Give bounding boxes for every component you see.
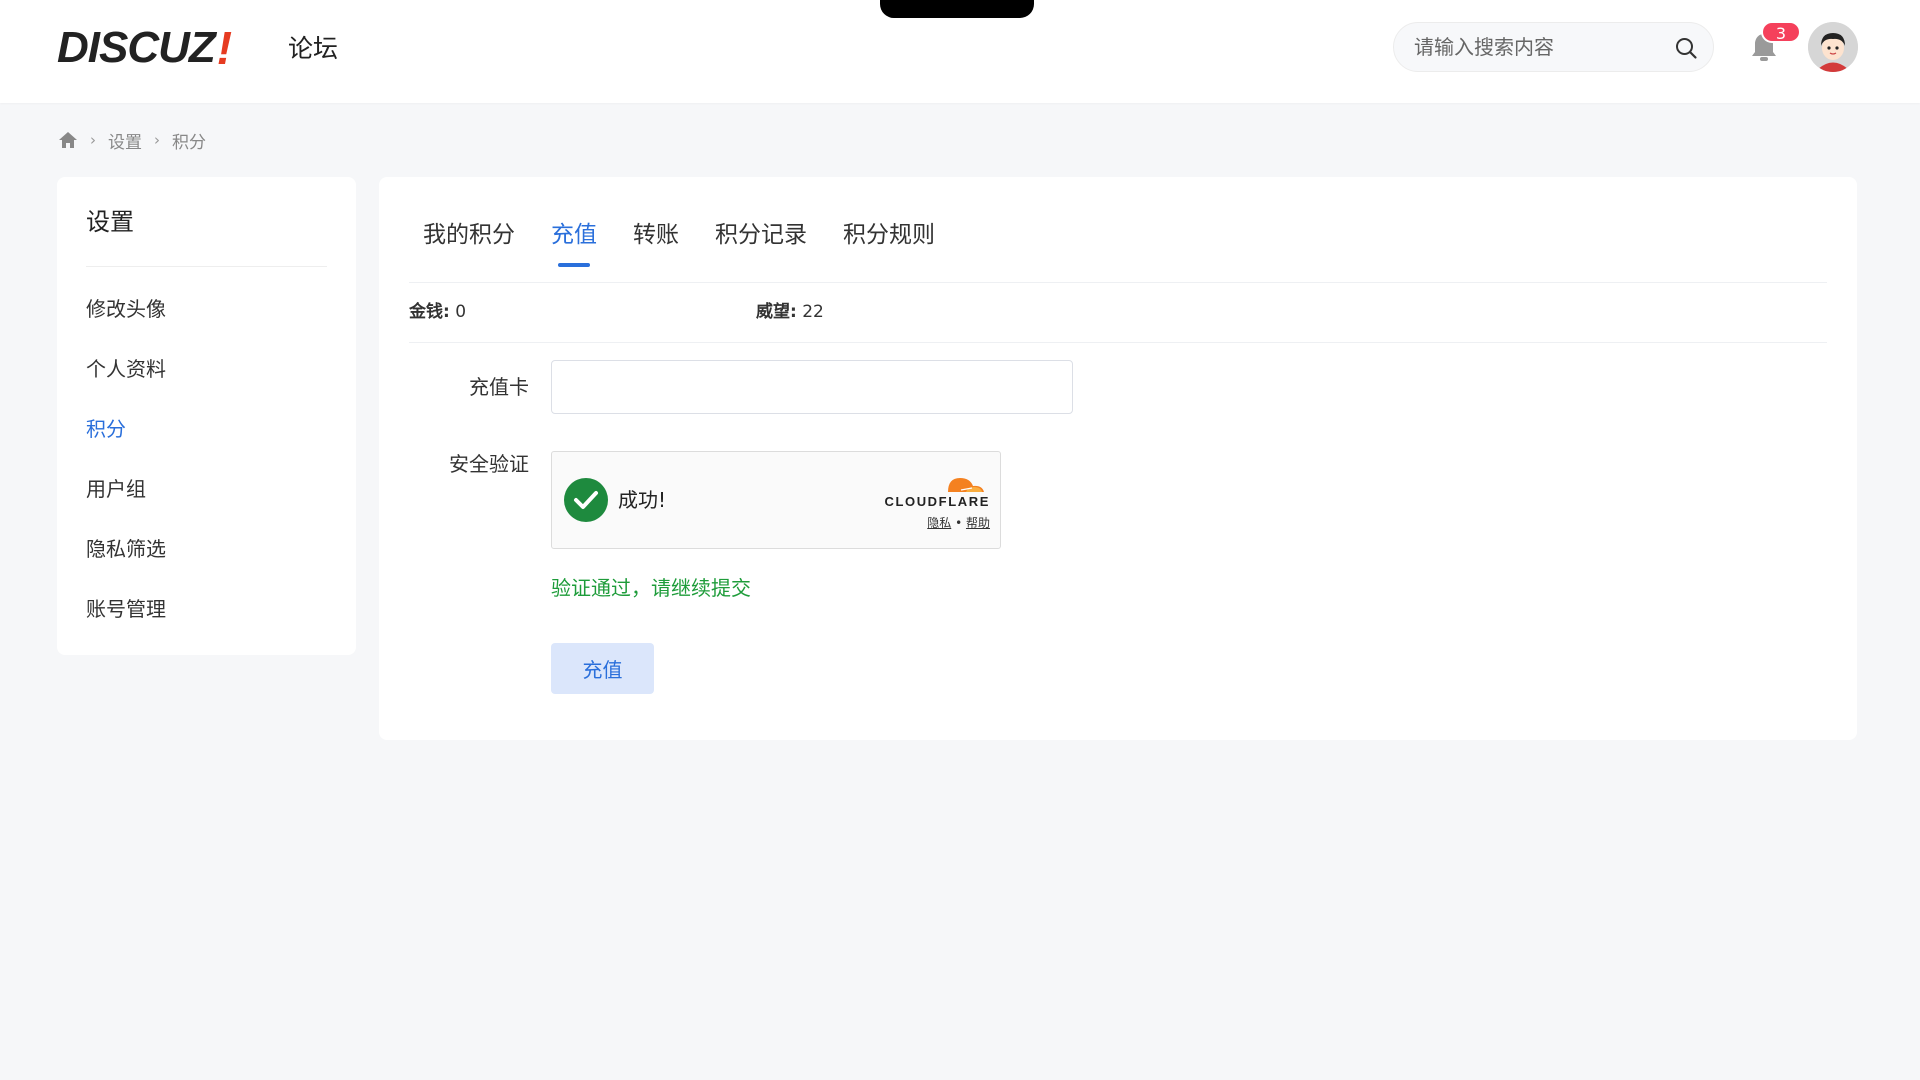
recharge-card-input[interactable]: [551, 360, 1073, 414]
site-logo[interactable]: DISCUZ !: [57, 22, 233, 74]
search-box: [1393, 22, 1714, 72]
stat-prestige-label: 威望:: [756, 302, 797, 322]
search-icon[interactable]: [1674, 36, 1698, 60]
breadcrumb-separator: ›: [154, 131, 160, 149]
user-avatar[interactable]: [1808, 22, 1858, 72]
stat-money-value: 0: [455, 302, 467, 322]
recharge-submit-button[interactable]: 充值: [551, 643, 654, 694]
cloudflare-turnstile-widget[interactable]: 成功! CLOUDFLARE 隐私 • 帮助: [551, 451, 1001, 549]
stat-money: 金钱: 0: [409, 297, 466, 327]
sidebar-item-account[interactable]: 账号管理: [86, 594, 166, 624]
link-separator: •: [955, 516, 963, 530]
check-circle-icon: [564, 478, 608, 522]
home-icon[interactable]: [58, 130, 78, 150]
cloudflare-wordmark: CLOUDFLARE: [884, 494, 990, 509]
site-name[interactable]: 论坛: [288, 31, 338, 67]
stat-money-label: 金钱:: [409, 302, 450, 322]
card-label: 充值卡: [469, 375, 529, 399]
notification-badge[interactable]: 3: [1761, 21, 1801, 43]
camera-notch: [880, 0, 1034, 18]
breadcrumb-settings[interactable]: 设置: [108, 128, 142, 153]
sidebar-item-profile[interactable]: 个人资料: [86, 354, 166, 384]
logo-mark: !: [216, 22, 233, 74]
main-panel: 我的积分 充值 转账 积分记录 积分规则 金钱: 0 威望: 22 充值卡 安全…: [379, 177, 1857, 740]
help-link[interactable]: 帮助: [966, 516, 990, 530]
sidebar-item-avatar[interactable]: 修改头像: [86, 294, 166, 324]
verify-success-message: 验证通过，请继续提交: [551, 576, 751, 600]
search-input[interactable]: [1412, 31, 1652, 63]
avatar-face-icon: [1808, 22, 1858, 72]
turnstile-links: 隐私 • 帮助: [852, 514, 990, 531]
breadcrumb-credits[interactable]: 积分: [172, 128, 206, 153]
tabs-divider: [409, 282, 1827, 283]
breadcrumb: › 设置 › 积分: [58, 128, 206, 153]
sidebar-item-usergroup[interactable]: 用户组: [86, 474, 146, 504]
sidebar-item-credits[interactable]: 积分: [86, 414, 126, 444]
settings-sidebar: 设置 修改头像 个人资料 积分 用户组 隐私筛选 账号管理: [57, 177, 356, 655]
credit-tabs: 我的积分 充值 转账 积分记录 积分规则: [379, 177, 1857, 283]
verify-label: 安全验证: [449, 452, 529, 476]
tab-credit-log[interactable]: 积分记录: [715, 219, 807, 251]
privacy-link[interactable]: 隐私: [927, 516, 951, 530]
tab-transfer[interactable]: 转账: [633, 219, 679, 251]
breadcrumb-separator: ›: [90, 131, 96, 149]
tab-my-credits[interactable]: 我的积分: [423, 219, 515, 251]
stat-prestige-value: 22: [802, 302, 824, 322]
top-header: DISCUZ ! 论坛 3: [0, 0, 1920, 103]
tab-recharge[interactable]: 充值: [551, 219, 597, 251]
stat-prestige: 威望: 22: [756, 297, 824, 327]
logo-text: DISCUZ: [57, 23, 216, 72]
sidebar-divider: [86, 266, 327, 267]
sidebar-title: 设置: [86, 208, 134, 236]
active-tab-indicator: [558, 263, 590, 267]
sidebar-item-privacy-filter[interactable]: 隐私筛选: [86, 534, 166, 564]
turnstile-status: 成功!: [618, 488, 667, 512]
stats-divider: [409, 342, 1827, 343]
tab-credit-rules[interactable]: 积分规则: [843, 219, 935, 251]
